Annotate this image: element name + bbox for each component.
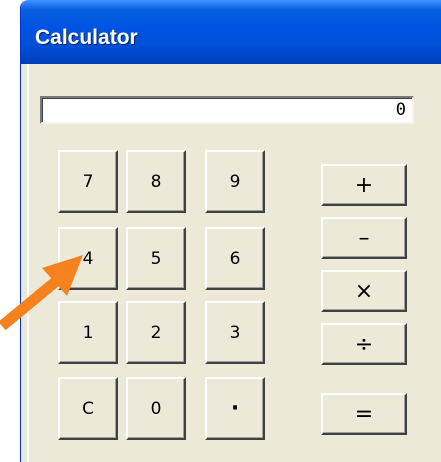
digit-2-label: 2 [150, 322, 162, 343]
equals-label: = [354, 401, 374, 427]
digit-6-button[interactable]: 6 [205, 227, 265, 290]
title-bar[interactable]: Calculator [21, 0, 441, 64]
digit-5-label: 5 [150, 248, 162, 269]
subtract-button[interactable]: – [321, 217, 407, 259]
digit-9-button[interactable]: 9 [205, 150, 265, 213]
divide-label: ÷ [354, 331, 374, 357]
digit-8-label: 8 [150, 171, 162, 192]
digit-4-label: 4 [82, 248, 94, 269]
digit-3-button[interactable]: 3 [205, 301, 265, 364]
multiply-label: × [354, 278, 374, 304]
digit-7-label: 7 [82, 171, 94, 192]
clear-label: C [82, 398, 94, 419]
add-label: + [354, 172, 374, 198]
digit-0-button[interactable]: 0 [126, 377, 186, 440]
digit-1-label: 1 [82, 322, 94, 343]
digit-7-button[interactable]: 7 [58, 150, 118, 213]
digit-1-button[interactable]: 1 [58, 301, 118, 364]
equals-button[interactable]: = [321, 393, 407, 435]
add-button[interactable]: + [321, 164, 407, 206]
multiply-button[interactable]: × [321, 270, 407, 312]
digit-4-button[interactable]: 4 [58, 227, 118, 290]
result-display: 0 [40, 96, 414, 124]
digit-8-button[interactable]: 8 [126, 150, 186, 213]
digit-5-button[interactable]: 5 [126, 227, 186, 290]
decimal-point-label: · [230, 396, 240, 421]
window-title: Calculator [35, 26, 138, 49]
digit-6-label: 6 [229, 248, 241, 269]
subtract-label: – [358, 225, 370, 251]
digit-3-label: 3 [229, 322, 241, 343]
digit-0-label: 0 [150, 398, 162, 419]
divide-button[interactable]: ÷ [321, 323, 407, 365]
digit-2-button[interactable]: 2 [126, 301, 186, 364]
decimal-point-button[interactable]: · [205, 377, 265, 440]
clear-button[interactable]: C [58, 377, 118, 440]
digit-9-label: 9 [229, 171, 241, 192]
